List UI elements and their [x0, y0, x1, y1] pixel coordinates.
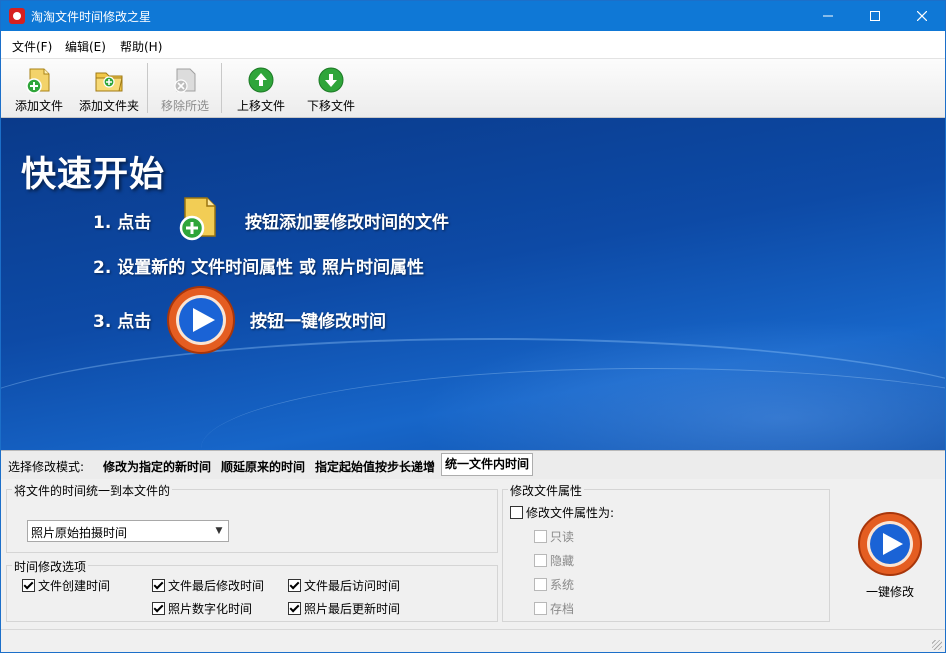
maximize-icon — [870, 11, 880, 21]
mode-selector: 选择修改模式: 修改为指定的新时间 顺延原来的时间 指定起始值按步长递增 统一文… — [1, 450, 945, 480]
system-checkbox[interactable]: 系统 — [534, 576, 574, 593]
minimize-button[interactable] — [805, 1, 851, 31]
close-icon — [917, 11, 927, 21]
unify-time-group: 将文件的时间统一到本文件的 照片原始拍摄时间 ▼ — [6, 482, 498, 553]
time-options-title: 时间修改选项 — [12, 558, 89, 575]
app-logo-icon — [9, 8, 25, 24]
photo-digitized-checkbox[interactable]: 照片数字化时间 — [152, 600, 252, 617]
archive-label: 存档 — [550, 602, 575, 616]
maximize-button[interactable] — [852, 1, 898, 31]
checkbox-box — [288, 602, 301, 615]
checkbox-box — [152, 602, 165, 615]
checkbox-box — [22, 579, 35, 592]
add-folder-label: 添加文件夹 — [78, 99, 139, 113]
checkbox-box — [152, 579, 165, 592]
file-created-checkbox[interactable]: 文件创建时间 — [22, 577, 110, 594]
photo-updated-checkbox[interactable]: 照片最后更新时间 — [288, 600, 400, 617]
one-click-go-icon — [858, 512, 922, 576]
chevron-down-icon: ▼ — [215, 526, 223, 536]
quick-start-banner: 快速开始 1. 点击 按钮添加要修改时间的文件 2. 设置新的 文件时间属性 或… — [1, 118, 945, 450]
file-modified-label: 文件最后修改时间 — [168, 579, 265, 593]
modify-attributes-checkbox[interactable]: 修改文件属性为: — [510, 504, 614, 521]
time-options-group: 时间修改选项 文件创建时间 文件最后修改时间 文件最后访问时间 照片数字化时间 … — [6, 558, 498, 622]
step1-prefix: 1. 点击 — [93, 213, 152, 233]
checkbox-box — [510, 506, 523, 519]
status-bar — [1, 629, 945, 652]
title-bar[interactable]: 淘淘文件时间修改之星 — [1, 1, 945, 31]
unify-group-title: 将文件的时间统一到本文件的 — [12, 482, 173, 499]
add-folder-icon — [95, 72, 123, 92]
toolbar-separator — [221, 63, 222, 113]
checkbox-box — [534, 578, 547, 591]
remove-selected-button[interactable]: 移除所选 — [155, 59, 215, 115]
file-accessed-label: 文件最后访问时间 — [304, 579, 401, 593]
hidden-label: 隐藏 — [550, 554, 575, 568]
checkbox-box — [534, 602, 547, 615]
time-source-value: 照片原始拍摄时间 — [31, 526, 128, 540]
photo-digitized-label: 照片数字化时间 — [168, 602, 253, 616]
menu-help[interactable]: 帮助(H) — [120, 38, 162, 55]
photo-updated-label: 照片最后更新时间 — [304, 602, 401, 616]
quick-start-title: 快速开始 — [21, 155, 166, 195]
add-file-icon — [26, 68, 50, 94]
toolbar-separator — [147, 63, 148, 113]
app-window: 淘淘文件时间修改之星 文件(F) 编辑(E) 帮助(H) 添加文件 添加文件夹 … — [0, 0, 946, 653]
add-file-button[interactable]: 添加文件 — [9, 59, 69, 115]
one-click-go-icon — [167, 286, 235, 354]
step2-text: 2. 设置新的 文件时间属性 或 照片时间属性 — [93, 258, 424, 278]
step3-suffix: 按钮一键修改时间 — [250, 312, 386, 332]
time-source-select[interactable]: 照片原始拍摄时间 ▼ — [27, 520, 229, 542]
file-attributes-group: 修改文件属性 修改文件属性为: 只读 隐藏 系统 存档 — [502, 482, 830, 622]
checkbox-box — [534, 554, 547, 567]
remove-file-icon — [174, 68, 196, 93]
add-file-icon — [179, 197, 216, 241]
toolbar: 添加文件 添加文件夹 移除所选 上移文件 下移文件 — [1, 59, 945, 118]
resize-grip-icon[interactable] — [932, 640, 942, 650]
settings-panel: 将文件的时间统一到本文件的 照片原始拍摄时间 ▼ 时间修改选项 文件创建时间 文… — [1, 479, 945, 629]
add-folder-button[interactable]: 添加文件夹 — [77, 59, 141, 115]
readonly-checkbox[interactable]: 只读 — [534, 528, 574, 545]
archive-checkbox[interactable]: 存档 — [534, 600, 574, 617]
window-title: 淘淘文件时间修改之星 — [31, 10, 152, 24]
step3-prefix: 3. 点击 — [93, 312, 152, 332]
tab-set-new-time[interactable]: 修改为指定的新时间 — [103, 458, 211, 475]
move-down-button[interactable]: 下移文件 — [301, 59, 361, 115]
arrow-up-icon — [248, 67, 274, 93]
move-up-label: 上移文件 — [236, 99, 285, 113]
add-file-label: 添加文件 — [14, 99, 63, 113]
mode-label: 选择修改模式: — [8, 460, 85, 474]
system-label: 系统 — [550, 578, 575, 592]
arrow-down-icon — [318, 67, 344, 93]
one-click-modify-label: 一键修改 — [865, 585, 914, 599]
tab-step-increment[interactable]: 指定起始值按步长递增 — [315, 458, 435, 475]
tab-shift-time[interactable]: 顺延原来的时间 — [221, 458, 305, 475]
file-created-label: 文件创建时间 — [38, 579, 111, 593]
hidden-checkbox[interactable]: 隐藏 — [534, 552, 574, 569]
checkbox-box — [534, 530, 547, 543]
menu-bar: 文件(F) 编辑(E) 帮助(H) — [1, 31, 945, 59]
tab-unify-internal-time[interactable]: 统一文件内时间 — [441, 453, 534, 476]
menu-file[interactable]: 文件(F) — [12, 38, 52, 55]
checkbox-box — [288, 579, 301, 592]
close-button[interactable] — [899, 1, 945, 31]
file-modified-checkbox[interactable]: 文件最后修改时间 — [152, 577, 264, 594]
modify-attributes-label: 修改文件属性为: — [526, 506, 615, 520]
move-up-button[interactable]: 上移文件 — [231, 59, 291, 115]
move-down-label: 下移文件 — [306, 99, 355, 113]
menu-edit[interactable]: 编辑(E) — [65, 38, 106, 55]
step1-suffix: 按钮添加要修改时间的文件 — [245, 213, 449, 233]
one-click-modify-button[interactable]: 一键修改 — [853, 511, 927, 601]
attributes-group-title: 修改文件属性 — [508, 482, 585, 499]
file-accessed-checkbox[interactable]: 文件最后访问时间 — [288, 577, 400, 594]
readonly-label: 只读 — [550, 530, 575, 544]
remove-selected-label: 移除所选 — [160, 99, 209, 113]
minimize-icon — [823, 15, 833, 17]
